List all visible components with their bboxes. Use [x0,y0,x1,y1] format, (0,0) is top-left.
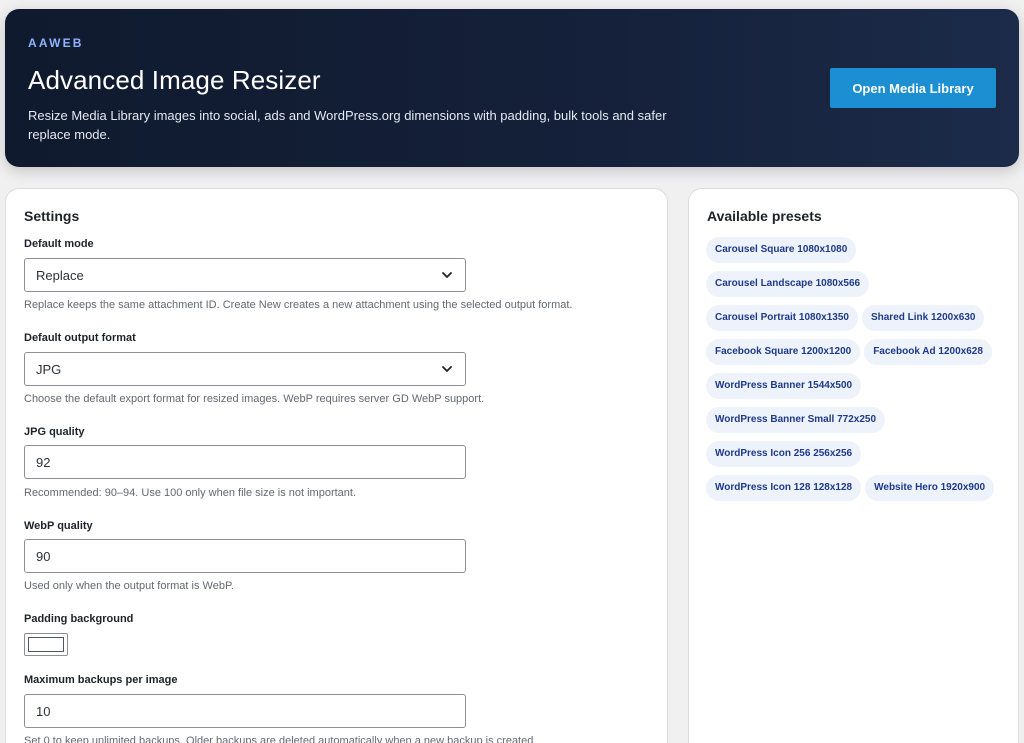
preset-chip: Facebook Ad 1200x628 [864,339,992,365]
max-backups-help: Set 0 to keep unlimited backups. Older b… [24,735,537,743]
preset-chip: Carousel Portrait 1080x1350 [706,305,858,331]
preset-chip: WordPress Icon 128 128x128 [706,475,862,501]
default-mode-value: Replace [36,267,84,283]
padding-background-label: Padding background [24,613,134,625]
settings-card: Settings Default mode Replace Replace ke… [5,188,668,743]
brand-label: AAWEB [28,36,84,50]
default-mode-select[interactable]: Replace [24,258,466,292]
default-output-format-select[interactable]: JPG [24,352,466,386]
default-output-format-value: JPG [36,361,62,377]
page-title: Advanced Image Resizer [28,65,321,95]
preset-list: Carousel Square 1080x1080 Carousel Lands… [706,237,1006,509]
jpg-quality-help: Recommended: 90–94. Use 100 only when fi… [24,487,357,499]
preset-chip: Carousel Landscape 1080x566 [706,271,870,297]
padding-background-swatch [28,637,64,652]
jpg-quality-value: 92 [36,454,51,470]
jpg-quality-input[interactable]: 92 [24,445,466,479]
default-output-format-help: Choose the default export format for res… [24,393,485,405]
preset-chip: WordPress Banner Small 772x250 [706,407,886,433]
webp-quality-input[interactable]: 90 [24,539,466,573]
open-media-library-button[interactable]: Open Media Library [830,68,996,108]
default-mode-label: Default mode [24,238,94,250]
preset-chip: WordPress Banner 1544x500 [706,373,862,399]
max-backups-label: Maximum backups per image [24,674,178,686]
max-backups-value: 10 [36,703,51,719]
default-output-format-label: Default output format [24,332,136,344]
page-description: Resize Media Library images into social,… [28,108,667,142]
max-backups-input[interactable]: 10 [24,694,466,728]
chevron-down-icon [442,366,452,372]
preset-chip: Shared Link 1200x630 [861,305,985,331]
webp-quality-value: 90 [36,548,51,564]
webp-quality-label: WebP quality [24,520,93,532]
default-mode-help: Replace keeps the same attachment ID. Cr… [24,299,573,311]
preset-chip: Carousel Square 1080x1080 [706,237,857,263]
plugin-header: AAWEB Advanced Image Resizer Resize Medi… [5,9,1019,167]
settings-title: Settings [24,208,80,224]
presets-card: Available presets Carousel Square 1080x1… [688,188,1019,743]
webp-quality-help: Used only when the output format is WebP… [24,580,234,592]
preset-chip: Website Hero 1920x900 [865,475,995,501]
preset-chip: Facebook Square 1200x1200 [706,339,861,365]
chevron-down-icon [442,272,452,278]
preset-chip: WordPress Icon 256 256x256 [706,441,862,467]
padding-background-color-picker[interactable] [24,633,68,656]
presets-title: Available presets [707,208,822,224]
jpg-quality-label: JPG quality [24,426,85,438]
